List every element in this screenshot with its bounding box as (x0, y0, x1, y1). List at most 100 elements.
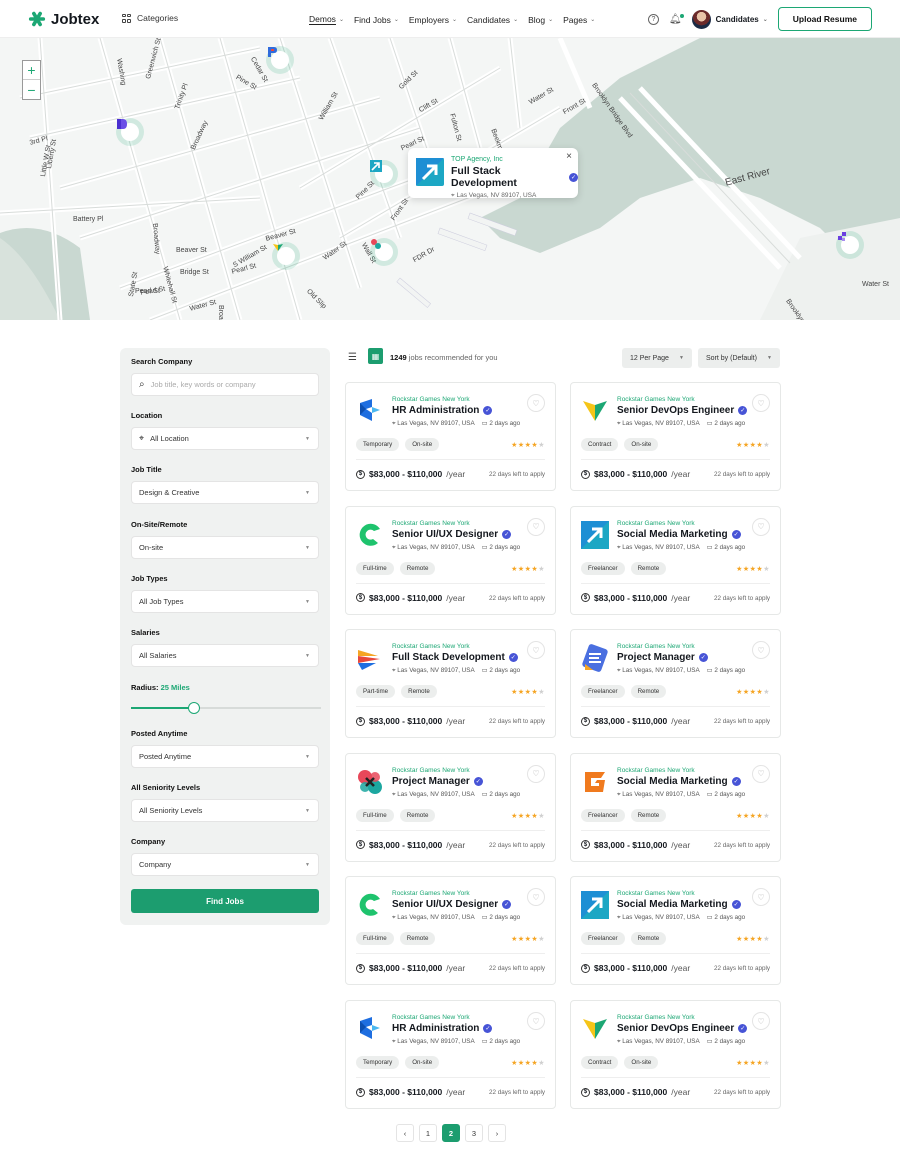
help-icon[interactable]: ? (647, 13, 659, 25)
job-title[interactable]: Social Media Marketing (617, 776, 728, 787)
job-card[interactable]: Rockstar Games New York Senior UI/UX Des… (345, 876, 556, 986)
map-marker[interactable] (836, 231, 864, 259)
brand-logo[interactable]: Jobtex (28, 10, 99, 28)
job-tag[interactable]: Remote (401, 685, 437, 699)
heart-icon[interactable]: ♡ (752, 641, 770, 660)
grid-view-icon[interactable]: ▦ (368, 348, 383, 364)
job-card[interactable]: Rockstar Games New York Project Manager ✓… (570, 629, 781, 739)
job-title[interactable]: Senior UI/UX Designer (392, 529, 498, 540)
job-company[interactable]: Rockstar Games New York (617, 520, 695, 527)
job-tag[interactable]: Remote (630, 808, 667, 822)
job-tag[interactable]: Remote (399, 808, 436, 822)
heart-icon[interactable]: ♡ (527, 888, 545, 907)
job-tag[interactable]: On-site (405, 1056, 440, 1069)
map-marker[interactable] (370, 238, 398, 266)
job-title[interactable]: HR Administration (392, 405, 479, 416)
job-company[interactable]: Rockstar Games New York (392, 520, 470, 527)
job-company[interactable]: Rockstar Games New York (617, 767, 695, 774)
job-tag[interactable]: On-site (624, 438, 659, 451)
job-company[interactable]: Rockstar Games New York (392, 396, 470, 403)
sort-select[interactable]: Sort by (Default) ▼ (698, 348, 780, 368)
map-marker[interactable] (116, 118, 144, 146)
onsite-select[interactable]: On-site ▼ (131, 536, 319, 559)
heart-icon[interactable]: ♡ (527, 394, 545, 412)
job-tag[interactable]: Full-time (356, 561, 394, 575)
page-3-button[interactable]: 3 (465, 1124, 483, 1142)
job-company[interactable]: Rockstar Games New York (392, 767, 470, 774)
heart-icon[interactable]: ♡ (527, 641, 545, 660)
popup-title[interactable]: Full Stack Development (451, 165, 565, 189)
job-card[interactable]: Rockstar Games New York HR Administratio… (345, 382, 556, 491)
job-tag[interactable]: Contract (581, 438, 619, 451)
job-title[interactable]: Project Manager (392, 776, 470, 787)
job-card[interactable]: Rockstar Games New York Senior DevOps En… (570, 382, 781, 491)
map-popup[interactable]: TOP Agency, Inc Full Stack Development ✓ … (408, 148, 578, 199)
job-title[interactable]: Project Manager (617, 652, 695, 663)
nav-find-jobs[interactable]: Find Jobs ⌄ (354, 14, 399, 25)
job-card[interactable]: Rockstar Games New York Senior DevOps En… (570, 1000, 781, 1109)
slider-handle[interactable] (187, 702, 200, 714)
job-tag[interactable]: Part-time (356, 685, 396, 699)
job-card[interactable]: Rockstar Games New York Social Media Mar… (570, 752, 781, 862)
nav-employers[interactable]: Employers ⌄ (409, 14, 457, 25)
job-company[interactable]: Rockstar Games New York (617, 643, 695, 650)
page-1-button[interactable]: 1 (419, 1124, 437, 1142)
nav-demos[interactable]: Demos ⌄ (309, 14, 344, 25)
job-tag[interactable]: Remote (399, 932, 436, 946)
job-title[interactable]: Senior UI/UX Designer (392, 899, 498, 910)
job-company[interactable]: Rockstar Games New York (392, 890, 470, 897)
heart-icon[interactable]: ♡ (752, 1012, 770, 1030)
seniority-select[interactable]: All Seniority Levels ▼ (131, 799, 319, 822)
user-menu[interactable]: Candidates ⌄ (716, 15, 768, 24)
job-card[interactable]: Rockstar Games New York Full Stack Devel… (345, 629, 556, 739)
job-tag[interactable]: Full-time (356, 932, 394, 946)
job-company[interactable]: Rockstar Games New York (617, 396, 695, 403)
close-icon[interactable]: × (566, 151, 572, 162)
list-view-icon[interactable]: ☰ (348, 352, 357, 363)
categories-menu[interactable]: Categories (122, 13, 178, 23)
heart-icon[interactable]: ♡ (752, 517, 770, 536)
job-tag[interactable]: On-site (624, 1056, 659, 1069)
job-tag[interactable]: Contract (581, 1056, 619, 1069)
heart-icon[interactable]: ♡ (752, 888, 770, 907)
nav-blog[interactable]: Blog ⌄ (528, 14, 553, 25)
job-title[interactable]: Senior DevOps Engineer (617, 405, 734, 416)
location-select[interactable]: ⌖ All Location ▼ (131, 427, 319, 450)
radius-slider[interactable] (131, 702, 321, 714)
zoom-out-button[interactable]: − (23, 80, 40, 99)
job-company[interactable]: Rockstar Games New York (617, 890, 695, 897)
job-tag[interactable]: Remote (630, 932, 667, 946)
prev-page-button[interactable]: ‹ (396, 1124, 414, 1142)
heart-icon[interactable]: ♡ (752, 764, 770, 783)
salaries-select[interactable]: All Salaries ▼ (131, 644, 319, 667)
jobs-map[interactable]: Cedar St Pine St Gold St Washing Greenwich S… (0, 38, 900, 320)
job-title[interactable]: Full Stack Development (392, 652, 505, 663)
nav-candidates[interactable]: Candidates ⌄ (467, 14, 518, 25)
map-marker[interactable] (370, 160, 398, 188)
job-tag[interactable]: Freelancer (581, 932, 625, 946)
heart-icon[interactable]: ♡ (527, 1012, 545, 1030)
job-tag[interactable]: Temporary (356, 1056, 400, 1069)
job-card[interactable]: Rockstar Games New York Senior UI/UX Des… (345, 505, 556, 615)
job-company[interactable]: Rockstar Games New York (617, 1014, 695, 1021)
heart-icon[interactable]: ♡ (752, 394, 770, 412)
job-tag[interactable]: Freelancer (581, 685, 625, 699)
company-select[interactable]: Company ▼ (131, 853, 319, 876)
job-tag[interactable]: Freelancer (581, 808, 625, 822)
heart-icon[interactable]: ♡ (527, 764, 545, 783)
search-input[interactable]: ⌕ Job title, key words or company (131, 373, 319, 396)
per-page-select[interactable]: 12 Per Page ▼ (622, 348, 692, 368)
map-marker[interactable] (266, 46, 294, 74)
job-card[interactable]: Rockstar Games New York Project Manager ✓… (345, 752, 556, 862)
job-tag[interactable]: Remote (630, 561, 667, 575)
bell-icon[interactable]: 🔔︎ (669, 13, 684, 25)
job-tag[interactable]: Freelancer (581, 561, 625, 575)
map-marker[interactable] (272, 242, 300, 270)
upload-resume-button[interactable]: Upload Resume (777, 7, 872, 31)
job-card[interactable]: Rockstar Games New York Social Media Mar… (570, 876, 781, 986)
avatar[interactable] (691, 9, 711, 29)
job-tag[interactable]: Full-time (356, 808, 394, 822)
job-company[interactable]: Rockstar Games New York (392, 1014, 470, 1021)
job-title[interactable]: Social Media Marketing (617, 899, 728, 910)
posted-select[interactable]: Posted Anytime ▼ (131, 745, 319, 768)
